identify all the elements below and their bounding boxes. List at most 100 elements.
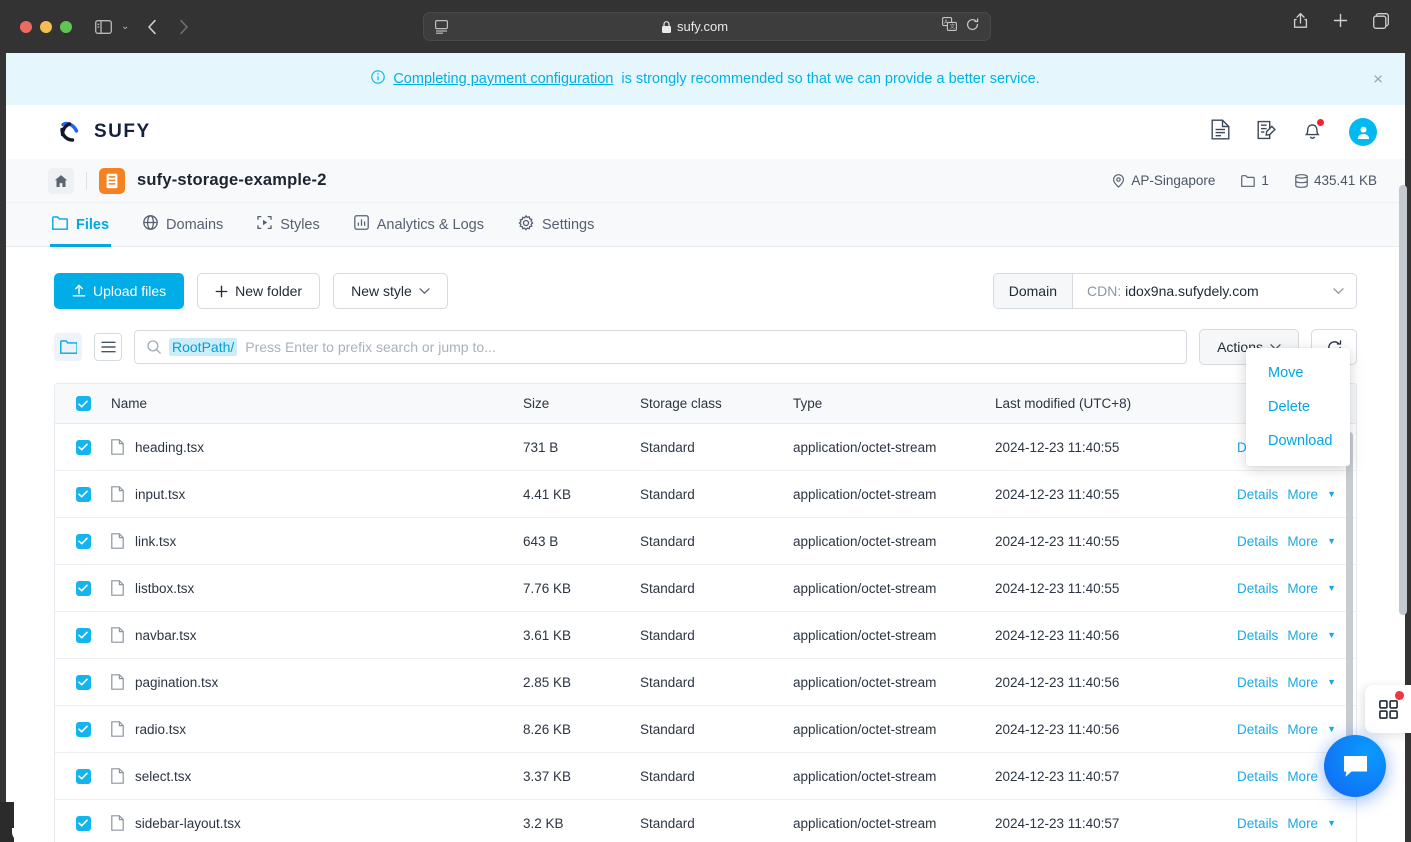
- table-row[interactable]: pagination.tsx 2.85 KB Standard application…: [55, 659, 1356, 706]
- row-checkbox[interactable]: [75, 533, 91, 549]
- domain-value-field[interactable]: CDN: idox9na.sufydely.com: [1073, 274, 1356, 308]
- more-link[interactable]: More: [1287, 722, 1318, 737]
- window-controls[interactable]: [20, 20, 72, 33]
- file-name[interactable]: listbox.tsx: [135, 581, 194, 596]
- reader-view-icon[interactable]: [435, 19, 448, 34]
- new-folder-button[interactable]: New folder: [197, 273, 321, 309]
- more-link[interactable]: More: [1287, 816, 1318, 831]
- column-header-last-modified[interactable]: Last modified (UTC+8): [995, 396, 1185, 411]
- close-window-button[interactable]: [20, 20, 32, 33]
- caret-down-icon[interactable]: ▼: [1327, 583, 1336, 593]
- edit-document-icon[interactable]: [1257, 119, 1276, 145]
- details-link[interactable]: Details: [1237, 628, 1278, 643]
- column-header-type[interactable]: Type: [793, 396, 995, 411]
- more-link[interactable]: More: [1287, 581, 1318, 596]
- bell-icon[interactable]: [1303, 118, 1324, 145]
- tab-styles[interactable]: Styles: [257, 203, 320, 247]
- table-row[interactable]: sidebar-layout.tsx 3.2 KB Standard applicat…: [55, 800, 1356, 842]
- file-name[interactable]: radio.tsx: [135, 722, 186, 737]
- sidebar-dropdown-icon[interactable]: ⌄: [121, 21, 129, 32]
- caret-down-icon[interactable]: ▼: [1327, 536, 1336, 546]
- forward-arrow-icon[interactable]: [179, 19, 189, 35]
- caret-down-icon[interactable]: ▼: [1327, 818, 1336, 828]
- table-row[interactable]: navbar.tsx 3.61 KB Standard application/oct…: [55, 612, 1356, 659]
- tab-domains[interactable]: Domains: [143, 203, 223, 247]
- details-link[interactable]: Details: [1237, 816, 1278, 831]
- file-name[interactable]: input.tsx: [135, 487, 185, 502]
- column-header-name[interactable]: Name: [111, 396, 523, 411]
- plus-icon[interactable]: [1333, 13, 1348, 33]
- row-checkbox[interactable]: [75, 439, 91, 455]
- table-row[interactable]: radio.tsx 8.26 KB Standard application/octe…: [55, 706, 1356, 753]
- document-icon[interactable]: [1211, 119, 1230, 145]
- table-row[interactable]: input.tsx 4.41 KB Standard application/octe…: [55, 471, 1356, 518]
- row-checkbox[interactable]: [75, 627, 91, 643]
- row-checkbox[interactable]: [75, 486, 91, 502]
- table-scrollbar[interactable]: [1346, 432, 1353, 777]
- file-name[interactable]: link.tsx: [135, 534, 176, 549]
- tab-overview-icon[interactable]: [1373, 12, 1389, 34]
- actions-dropdown-menu[interactable]: Move Delete Download: [1246, 348, 1350, 466]
- row-checkbox[interactable]: [75, 721, 91, 737]
- row-checkbox[interactable]: [75, 768, 91, 784]
- address-bar[interactable]: sufy.com A 文: [423, 12, 991, 41]
- table-row[interactable]: link.tsx 643 B Standard application/octet-s…: [55, 518, 1356, 565]
- table-row[interactable]: listbox.tsx 7.76 KB Standard application/oc…: [55, 565, 1356, 612]
- details-link[interactable]: Details: [1237, 534, 1278, 549]
- tab-settings[interactable]: Settings: [518, 203, 594, 247]
- row-checkbox[interactable]: [75, 580, 91, 596]
- file-name[interactable]: pagination.tsx: [135, 675, 218, 690]
- sidebar-toggle-icon[interactable]: [95, 19, 112, 34]
- caret-down-icon[interactable]: ▼: [1327, 677, 1336, 687]
- caret-down-icon[interactable]: ▼: [1327, 630, 1336, 640]
- tab-analytics-logs[interactable]: Analytics & Logs: [353, 203, 484, 247]
- apps-grid-widget[interactable]: [1365, 685, 1411, 733]
- new-style-button[interactable]: New style: [333, 273, 448, 309]
- table-row[interactable]: heading.tsx 731 B Standard application/octe…: [55, 424, 1356, 471]
- reload-icon[interactable]: [966, 17, 979, 36]
- more-link[interactable]: More: [1287, 675, 1318, 690]
- caret-down-icon[interactable]: ▼: [1327, 489, 1336, 499]
- list-view-icon[interactable]: [94, 333, 122, 361]
- menu-item-move[interactable]: Move: [1246, 356, 1350, 390]
- more-link[interactable]: More: [1287, 487, 1318, 502]
- more-link[interactable]: More: [1287, 534, 1318, 549]
- caret-down-icon[interactable]: ▼: [1327, 724, 1336, 734]
- minimize-window-button[interactable]: [40, 20, 52, 33]
- details-link[interactable]: Details: [1237, 722, 1278, 737]
- file-name[interactable]: sidebar-layout.tsx: [135, 816, 241, 831]
- column-header-storage-class[interactable]: Storage class: [640, 396, 793, 411]
- file-name[interactable]: navbar.tsx: [135, 628, 197, 643]
- more-link[interactable]: More: [1287, 769, 1318, 784]
- share-icon[interactable]: [1293, 12, 1308, 34]
- payment-configuration-link[interactable]: Completing payment configuration: [393, 71, 613, 87]
- column-header-size[interactable]: Size: [523, 396, 640, 411]
- details-link[interactable]: Details: [1237, 487, 1278, 502]
- file-name[interactable]: heading.tsx: [135, 440, 204, 455]
- page-scrollbar[interactable]: [1399, 185, 1407, 615]
- maximize-window-button[interactable]: [60, 20, 72, 33]
- home-icon[interactable]: [48, 167, 74, 194]
- close-icon[interactable]: ×: [1373, 71, 1383, 88]
- upload-files-button[interactable]: Upload files: [54, 273, 185, 309]
- back-arrow-icon[interactable]: [147, 19, 157, 35]
- row-checkbox[interactable]: [75, 674, 91, 690]
- details-link[interactable]: Details: [1237, 581, 1278, 596]
- select-all-checkbox[interactable]: [75, 396, 91, 411]
- user-avatar[interactable]: [1349, 118, 1377, 146]
- translate-icon[interactable]: A 文: [942, 17, 957, 36]
- tab-files[interactable]: Files: [49, 203, 112, 247]
- menu-item-delete[interactable]: Delete: [1246, 390, 1350, 424]
- file-name[interactable]: select.tsx: [135, 769, 191, 784]
- brand-logo[interactable]: SUFY: [59, 121, 151, 143]
- details-link[interactable]: Details: [1237, 769, 1278, 784]
- menu-item-download[interactable]: Download: [1246, 424, 1350, 458]
- more-link[interactable]: More: [1287, 628, 1318, 643]
- chat-widget-button[interactable]: [1324, 735, 1386, 797]
- table-row[interactable]: select.tsx 3.37 KB Standard application/oct…: [55, 753, 1356, 800]
- row-checkbox[interactable]: [75, 815, 91, 831]
- details-link[interactable]: Details: [1237, 675, 1278, 690]
- domain-selector[interactable]: Domain CDN: idox9na.sufydely.com: [992, 273, 1357, 309]
- folder-view-icon[interactable]: [54, 333, 82, 361]
- search-input[interactable]: RootPath/ Press Enter to prefix search o…: [134, 330, 1188, 364]
